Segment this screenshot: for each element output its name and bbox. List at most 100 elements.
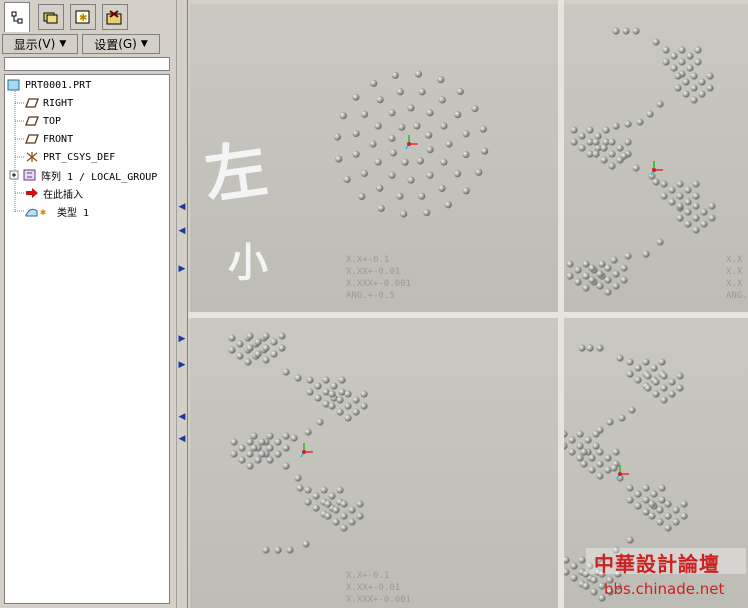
sphere <box>684 208 692 216</box>
expand-icon[interactable] <box>9 169 19 181</box>
sphere <box>592 442 600 450</box>
sphere <box>610 464 618 472</box>
collapse-left-arrow-icon[interactable]: ◀ <box>177 412 187 422</box>
sphere <box>360 110 369 118</box>
tab-folder-browser[interactable] <box>38 4 64 30</box>
expand-right-arrow-icon[interactable]: ▶ <box>177 334 187 344</box>
sphere <box>656 518 664 526</box>
sphere <box>332 506 340 514</box>
sphere <box>612 27 620 35</box>
sphere <box>634 364 642 372</box>
sphere <box>236 340 244 348</box>
panel-splitter[interactable]: ◀ ◀ ▶ ▶ ▶ ◀ ◀ <box>176 0 188 608</box>
sphere <box>624 252 632 260</box>
tree-item-csys[interactable]: PRT_CSYS_DEF <box>25 149 115 165</box>
viewport-bottom-left[interactable]: X.X+-0.1 X.XX+-0.01 X.XXX+-0.001 <box>190 318 558 608</box>
sphere <box>578 556 586 564</box>
sphere <box>664 500 672 508</box>
tree-item-type[interactable]: ✱ 类型 1 <box>25 203 89 219</box>
collapse-left-arrow-icon[interactable]: ◀ <box>177 202 187 212</box>
tree-item-right[interactable]: RIGHT <box>25 95 73 111</box>
sphere <box>672 506 680 514</box>
sphere <box>608 138 616 146</box>
sphere <box>574 278 582 286</box>
sphere <box>596 460 604 468</box>
sphere <box>670 64 678 72</box>
expand-right-arrow-icon[interactable]: ▶ <box>177 264 187 274</box>
sphere <box>246 450 254 458</box>
sphere <box>344 402 352 410</box>
sphere <box>596 344 604 352</box>
sphere <box>570 562 578 570</box>
connections-icon <box>106 10 122 25</box>
sphere <box>254 350 262 358</box>
tree-item-insert-here[interactable]: 在此插入 <box>25 185 83 201</box>
sphere <box>356 512 364 520</box>
tolerance-line: X.X <box>726 267 743 277</box>
sphere <box>437 76 445 84</box>
sphere <box>692 202 700 210</box>
sphere <box>604 454 612 462</box>
settings-menu-button[interactable]: 设置 (G) ▼ <box>82 34 160 54</box>
sphere <box>686 52 694 60</box>
datum-plane-icon <box>25 97 39 109</box>
viewport-top-right[interactable]: X.X X.X X.X ANG. <box>564 4 748 312</box>
sphere <box>418 192 426 200</box>
sphere <box>352 408 360 416</box>
sphere <box>328 492 336 500</box>
tolerance-line: X.XXX+-0.001 <box>346 279 412 289</box>
sphere <box>692 214 700 222</box>
sphere <box>604 276 612 284</box>
sphere <box>296 484 304 492</box>
tab-connections[interactable] <box>102 4 128 30</box>
sphere <box>360 402 368 410</box>
sphere <box>642 484 650 492</box>
sphere <box>445 140 453 148</box>
sphere <box>616 144 624 152</box>
sphere <box>676 202 684 210</box>
zigzag-pattern-view <box>228 332 368 554</box>
expand-right-arrow-icon[interactable]: ▶ <box>177 360 187 370</box>
sphere <box>332 518 340 526</box>
collapse-left-arrow-icon[interactable]: ◀ <box>177 226 187 236</box>
sphere <box>306 376 314 384</box>
sphere <box>564 568 570 576</box>
sphere <box>678 46 686 54</box>
collapse-left-arrow-icon[interactable]: ◀ <box>177 434 187 444</box>
sphere <box>690 84 698 92</box>
sphere <box>360 390 368 398</box>
tree-item-label: FRONT <box>43 133 74 145</box>
sphere <box>246 332 254 340</box>
sphere <box>282 444 290 452</box>
sphere <box>588 466 596 474</box>
handwriting-top: 左 <box>199 131 272 213</box>
sphere <box>700 208 708 216</box>
tab-favorites[interactable]: ✱ <box>70 4 96 30</box>
tab-model-tree[interactable] <box>4 2 30 32</box>
sphere <box>475 168 483 176</box>
tree-item-root[interactable]: PRT0001.PRT <box>7 77 91 93</box>
tree-toolbar: 显示 (V) ▼ 设置 (G) ▼ <box>2 34 174 54</box>
tolerance-line: ANG.+-0.5 <box>346 291 395 301</box>
viewport-top-left[interactable]: 左 小 X.X+-0.1 X.XX+-0.01 X.XXX+-0.001 ANG… <box>190 4 558 312</box>
sphere <box>588 276 596 284</box>
sphere <box>564 442 568 450</box>
sphere <box>304 428 312 436</box>
settings-menu-label: 设置 <box>94 37 119 52</box>
sphere <box>316 418 324 426</box>
sphere <box>596 282 604 290</box>
sphere <box>262 332 270 340</box>
sphere <box>418 88 426 96</box>
sphere <box>314 394 322 402</box>
show-menu-button[interactable]: 显示 (V) ▼ <box>2 34 78 54</box>
tree-item-pattern[interactable]: 阵列 1 / LOCAL_GROUP <box>9 167 157 183</box>
sphere <box>254 338 262 346</box>
watermark-url: bbs.chinade.net <box>604 580 725 598</box>
sphere <box>322 376 330 384</box>
sphere <box>566 272 574 280</box>
sphere <box>642 508 650 516</box>
tree-item-front[interactable]: FRONT <box>25 131 73 147</box>
tree-item-top[interactable]: TOP <box>25 113 61 129</box>
sphere <box>413 122 421 130</box>
sphere <box>612 270 620 278</box>
